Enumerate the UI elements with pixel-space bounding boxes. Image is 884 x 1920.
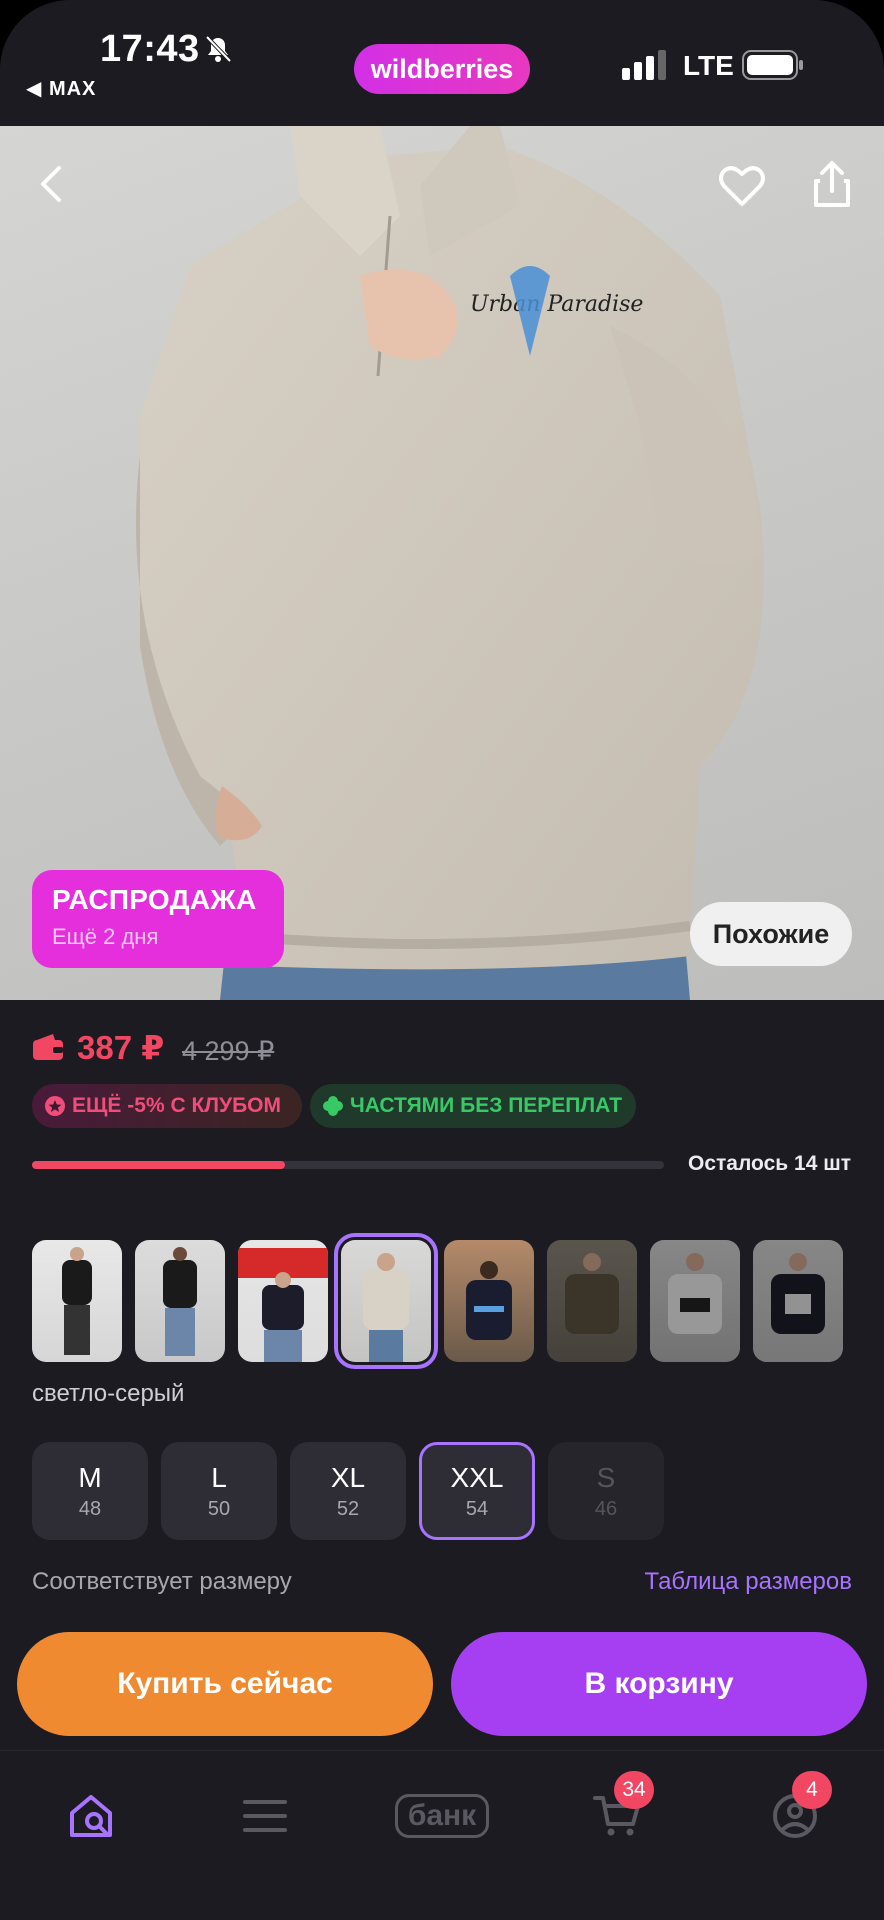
heart-icon	[719, 166, 765, 206]
tab-profile[interactable]: 4	[760, 1771, 832, 1851]
stock-progress-bar	[32, 1161, 664, 1169]
size-ru: 48	[78, 1497, 102, 1520]
status-time: 17:43	[100, 28, 200, 70]
favorite-button[interactable]	[714, 158, 770, 214]
product-image[interactable]: Urban Paradise РАСПРОДАЖА Ещё 2 дня Похо…	[0, 126, 884, 1000]
color-thumbnail[interactable]	[650, 1240, 740, 1362]
variants-card: светло-серый M 48 L 50 XL 52 XXL 54 S 46	[0, 1208, 884, 1620]
size-label: M	[78, 1461, 102, 1493]
share-button[interactable]	[804, 156, 860, 212]
share-icon	[814, 161, 850, 207]
tab-catalog[interactable]	[230, 1781, 300, 1851]
back-button[interactable]	[24, 156, 80, 212]
size-fit-note: Соответствует размеру	[32, 1568, 292, 1595]
size-option-l[interactable]: L 50	[161, 1442, 277, 1540]
size-ru: 52	[336, 1497, 360, 1520]
phone-screen: 17:43 ◀ MAX wildberries LTE Urban Paradi…	[0, 0, 884, 1920]
size-ru: 50	[207, 1497, 231, 1520]
old-price: 4 299 ₽	[182, 1036, 275, 1066]
thumbnail-image	[363, 1253, 409, 1362]
color-thumbnail[interactable]	[444, 1240, 534, 1362]
tab-bank[interactable]: банк	[390, 1781, 494, 1851]
clover-icon	[323, 1096, 343, 1116]
current-price: 387 ₽	[77, 1029, 165, 1066]
sweatshirt-photo: Urban Paradise	[136, 126, 764, 1000]
bank-logo: банк	[394, 1794, 490, 1838]
color-thumbnails	[32, 1233, 852, 1369]
thumbnail-image	[668, 1253, 722, 1334]
chevron-left-icon	[41, 166, 61, 202]
svg-text:Urban Paradise: Urban Paradise	[470, 292, 643, 317]
sale-title: РАСПРОДАЖА	[52, 884, 257, 915]
thumbnail-image	[771, 1253, 825, 1334]
add-to-cart-button[interactable]: В корзину	[451, 1632, 867, 1736]
tab-home-search[interactable]	[56, 1781, 126, 1851]
thumbnail-image	[163, 1247, 197, 1356]
installments-chip[interactable]: ЧАСТЯМИ БЕЗ ПЕРЕПЛАТ	[310, 1084, 636, 1128]
bottom-tab-bar: банк 34 4	[0, 1750, 884, 1920]
size-option-xl[interactable]: XL 52	[290, 1442, 406, 1540]
color-thumbnail[interactable]	[135, 1240, 225, 1362]
color-thumbnail[interactable]	[238, 1240, 328, 1362]
size-ru: 46	[594, 1497, 618, 1520]
back-to-app-link[interactable]: ◀ MAX	[26, 76, 96, 101]
club-discount-label: ЕЩЁ -5% С КЛУБОМ	[72, 1094, 282, 1117]
thumbnail-image	[62, 1247, 92, 1355]
status-bar: 17:43 ◀ MAX wildberries LTE	[0, 0, 884, 126]
size-label: XL	[330, 1461, 366, 1493]
wildberries-logo: wildberries	[354, 44, 530, 94]
color-thumbnail[interactable]	[753, 1240, 843, 1362]
price-card: 387 ₽ 4 299 ₽ ЕЩЁ -5% С КЛУБОМ ЧАСТЯМИ Б…	[0, 1000, 884, 1196]
stock-remaining: Осталось 14 шт	[688, 1152, 851, 1175]
color-thumbnail[interactable]	[32, 1240, 122, 1362]
installments-label: ЧАСТЯМИ БЕЗ ПЕРЕПЛАТ	[350, 1094, 623, 1117]
menu-icon	[243, 1800, 287, 1832]
buy-now-button[interactable]: Купить сейчас	[17, 1632, 433, 1736]
stock-progress-fill	[32, 1161, 285, 1169]
color-thumbnail[interactable]	[547, 1240, 637, 1362]
thumbnail-image	[565, 1253, 619, 1334]
purchase-actions: Купить сейчас В корзину	[0, 1622, 884, 1750]
cart-count-badge: 34	[614, 1771, 654, 1809]
color-name: светло-серый	[32, 1380, 185, 1407]
size-table-link[interactable]: Таблица размеров	[645, 1568, 853, 1596]
size-option-m[interactable]: M 48	[32, 1442, 148, 1540]
similar-button[interactable]: Похожие	[690, 902, 852, 966]
size-label: S	[596, 1461, 616, 1493]
club-discount-chip[interactable]: ЕЩЁ -5% С КЛУБОМ	[32, 1084, 302, 1128]
thumbnail-image	[466, 1261, 512, 1340]
wallet-icon	[33, 1034, 63, 1060]
battery-icon	[742, 50, 803, 80]
network-type: LTE	[683, 50, 734, 81]
size-option-s-unavailable[interactable]: S 46	[548, 1442, 664, 1540]
tab-cart[interactable]: 34	[582, 1771, 654, 1851]
size-option-xxl-selected[interactable]: XXL 54	[419, 1442, 535, 1540]
club-star-icon	[45, 1096, 65, 1116]
size-label: L	[211, 1461, 227, 1493]
size-ru: 54	[465, 1497, 489, 1520]
profile-badge: 4	[792, 1771, 832, 1809]
thumbnail-image	[238, 1248, 328, 1362]
sale-days-left: Ещё 2 дня	[52, 924, 159, 949]
home-search-icon	[70, 1795, 112, 1837]
color-thumbnail-selected[interactable]	[334, 1233, 438, 1369]
sale-badge[interactable]: РАСПРОДАЖА Ещё 2 дня	[32, 870, 284, 968]
bell-off-icon	[205, 35, 232, 63]
signal-icon	[622, 50, 666, 80]
size-label: XXL	[450, 1461, 504, 1493]
